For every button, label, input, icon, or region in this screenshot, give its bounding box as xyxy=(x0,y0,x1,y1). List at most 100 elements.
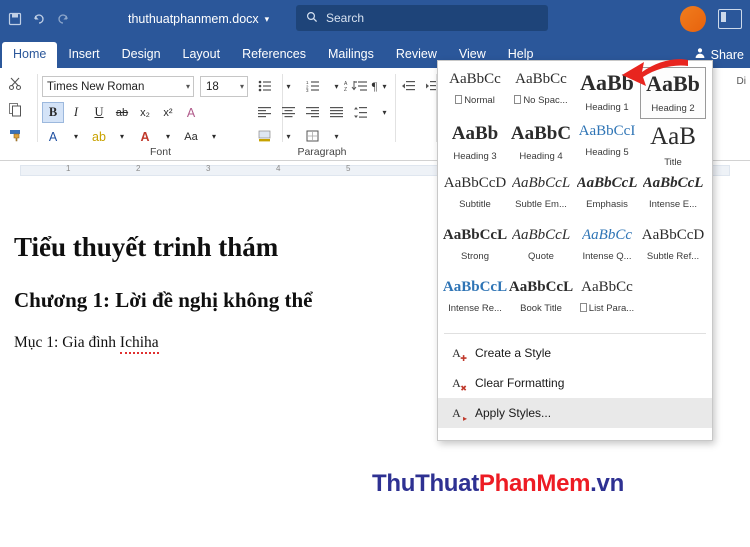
ruler-tick-3: 3 xyxy=(206,164,211,173)
style-preview: AaBbCcL xyxy=(442,228,508,243)
bold-button[interactable]: B xyxy=(42,102,64,123)
strikethrough-button[interactable]: ab xyxy=(111,102,133,123)
style-preview: AaBbCc xyxy=(449,72,501,87)
style-item-book-title[interactable]: AaBbCcL Book Title xyxy=(508,275,574,327)
align-right-icon[interactable] xyxy=(302,102,323,122)
numbering-icon[interactable]: 123 xyxy=(302,76,323,96)
pilcrow-icon xyxy=(514,95,522,104)
style-item-subtle-reference[interactable]: AaBbCcD Subtle Ref... xyxy=(640,223,706,275)
paragraph-row-3: ▾ ▾ xyxy=(254,126,347,146)
save-icon[interactable] xyxy=(8,12,22,26)
style-item-intense-reference[interactable]: AaBbCcL Intense Re... xyxy=(442,275,508,327)
borders-icon[interactable] xyxy=(302,126,323,146)
style-preview: AaBbCcI xyxy=(578,124,636,139)
superscript-button[interactable]: x² xyxy=(157,102,179,123)
style-label: Emphasis xyxy=(586,199,628,210)
style-label: Strong xyxy=(461,251,489,262)
pilcrow-icon xyxy=(455,95,463,104)
document-title-group[interactable]: thuthuatphanmem.docx ▾ xyxy=(128,12,269,26)
chevron-down-icon[interactable]: ▾ xyxy=(265,14,270,25)
ruler-tick-1: 1 xyxy=(66,164,71,173)
group-font: Times New Roman ▾ 18 ▾ B I U ab x₂ x² A … xyxy=(38,68,283,160)
styles-gallery-popup[interactable]: AaBbCc Normal AaBbCc No Spac... AaBb Hea… xyxy=(437,60,713,441)
redo-icon[interactable] xyxy=(56,12,70,26)
style-preview: AaBbCcL xyxy=(642,176,704,191)
new-style-icon: A ✚ xyxy=(452,345,467,363)
tab-insert[interactable]: Insert xyxy=(57,42,110,68)
gallery-actions: A ✚ Create a Style A ✖ Clear Formatting A ▸… xyxy=(438,334,712,428)
style-label: Title xyxy=(664,157,682,168)
apply-styles-item[interactable]: A ▸ Apply Styles... xyxy=(438,398,712,428)
font-name-combobox[interactable]: Times New Roman ▾ xyxy=(42,76,194,97)
avatar[interactable] xyxy=(680,6,706,32)
font-size-combobox[interactable]: 18 ▾ xyxy=(200,76,248,97)
style-item-intense-quote[interactable]: AaBbCc Intense Q... xyxy=(574,223,640,275)
text-effects-button[interactable]: A xyxy=(42,126,64,147)
style-preview: AaBbCcL xyxy=(442,280,508,295)
style-preview: AaBbCc xyxy=(581,280,633,295)
chevron-down-icon[interactable]: ▾ xyxy=(186,82,190,91)
undo-icon[interactable] xyxy=(32,12,46,26)
title-bar: thuthuatphanmem.docx ▾ Search xyxy=(0,0,750,38)
document-title: thuthuatphanmem.docx xyxy=(128,12,259,26)
clear-formatting-button[interactable]: A xyxy=(180,102,202,123)
font-size-value: 18 xyxy=(206,80,219,93)
watermark-part-2: PhanMem xyxy=(478,470,591,497)
tab-layout[interactable]: Layout xyxy=(172,42,232,68)
style-item-emphasis[interactable]: AaBbCcL Emphasis xyxy=(574,171,640,223)
style-label: Subtitle xyxy=(459,199,491,210)
change-case-button[interactable]: Aa xyxy=(180,126,202,147)
tab-references[interactable]: References xyxy=(231,42,317,68)
subscript-button[interactable]: x₂ xyxy=(134,102,156,123)
show-marks-icon[interactable]: ¶ xyxy=(364,76,385,96)
underline-button[interactable]: U xyxy=(88,102,110,123)
shading-icon[interactable] xyxy=(254,126,275,146)
style-preview: AaBbCcD xyxy=(443,176,507,191)
style-item-normal[interactable]: AaBbCc Normal xyxy=(442,67,508,119)
style-item-heading-5[interactable]: AaBbCcI Heading 5 xyxy=(574,119,640,171)
align-left-icon[interactable] xyxy=(254,102,275,122)
scissors-icon[interactable] xyxy=(8,76,23,95)
sort-icon[interactable]: AZ xyxy=(340,76,361,96)
bullets-icon[interactable] xyxy=(254,76,275,96)
style-preview: AaBbCc xyxy=(582,228,632,243)
style-item-list-paragraph[interactable]: AaBbCc List Para... xyxy=(574,275,640,327)
group-font-label: Font xyxy=(149,146,171,158)
style-item-strong[interactable]: AaBbCcL Strong xyxy=(442,223,508,275)
style-preview: AaBbCcL xyxy=(576,176,638,191)
watermark-part-1: ThuThuat xyxy=(372,470,479,497)
paintbrush-icon[interactable] xyxy=(8,128,23,147)
align-center-icon[interactable] xyxy=(278,102,299,122)
text-highlight-color-button[interactable]: ab xyxy=(88,126,110,147)
style-item-subtle-emphasis[interactable]: AaBbCcL Subtle Em... xyxy=(508,171,574,223)
document-paragraph: Mục 1: Gia đình Ichiha xyxy=(14,334,159,354)
tab-mailings[interactable]: Mailings xyxy=(317,42,385,68)
tab-home[interactable]: Home xyxy=(2,42,58,68)
style-label: Intense Q... xyxy=(582,251,632,262)
clear-format-icon: A ✖ xyxy=(452,375,467,393)
styles-row: AaBbCcL Intense Re... AaBbCcL Book Title… xyxy=(442,275,708,327)
copy-icon[interactable] xyxy=(8,102,23,121)
italic-button[interactable]: I xyxy=(65,102,87,123)
style-item-quote[interactable]: AaBbCcL Quote xyxy=(508,223,574,275)
style-item-subtitle[interactable]: AaBbCcD Subtitle xyxy=(442,171,508,223)
create-a-style-item[interactable]: A ✚ Create a Style xyxy=(438,338,712,368)
style-item-title[interactable]: AaB Title xyxy=(640,119,706,171)
style-label: No Spac... xyxy=(514,95,568,106)
style-label: Quote xyxy=(528,251,554,262)
style-item-intense-emphasis[interactable]: AaBbCcL Intense E... xyxy=(640,171,706,223)
search-input[interactable]: Search xyxy=(296,5,548,31)
clear-formatting-item[interactable]: A ✖ Clear Formatting xyxy=(438,368,712,398)
style-item-heading-4[interactable]: AaBbC Heading 4 xyxy=(508,119,574,171)
chevron-down-icon[interactable]: ▾ xyxy=(240,82,244,91)
ribbon-display-options-icon[interactable] xyxy=(718,9,742,29)
styles-row: AaBb Heading 3 AaBbC Heading 4 AaBbCcI H… xyxy=(442,119,708,171)
style-item-heading-3[interactable]: AaBb Heading 3 xyxy=(442,119,508,171)
font-color-button[interactable]: A xyxy=(134,126,156,147)
ruler-tick-4: 4 xyxy=(276,164,281,173)
style-item-no-spacing[interactable]: AaBbCc No Spac... xyxy=(508,67,574,119)
tab-design[interactable]: Design xyxy=(111,42,172,68)
style-label: Subtle Em... xyxy=(515,199,567,210)
search-icon xyxy=(306,11,318,26)
misspelled-word: Ichiha xyxy=(119,334,159,354)
